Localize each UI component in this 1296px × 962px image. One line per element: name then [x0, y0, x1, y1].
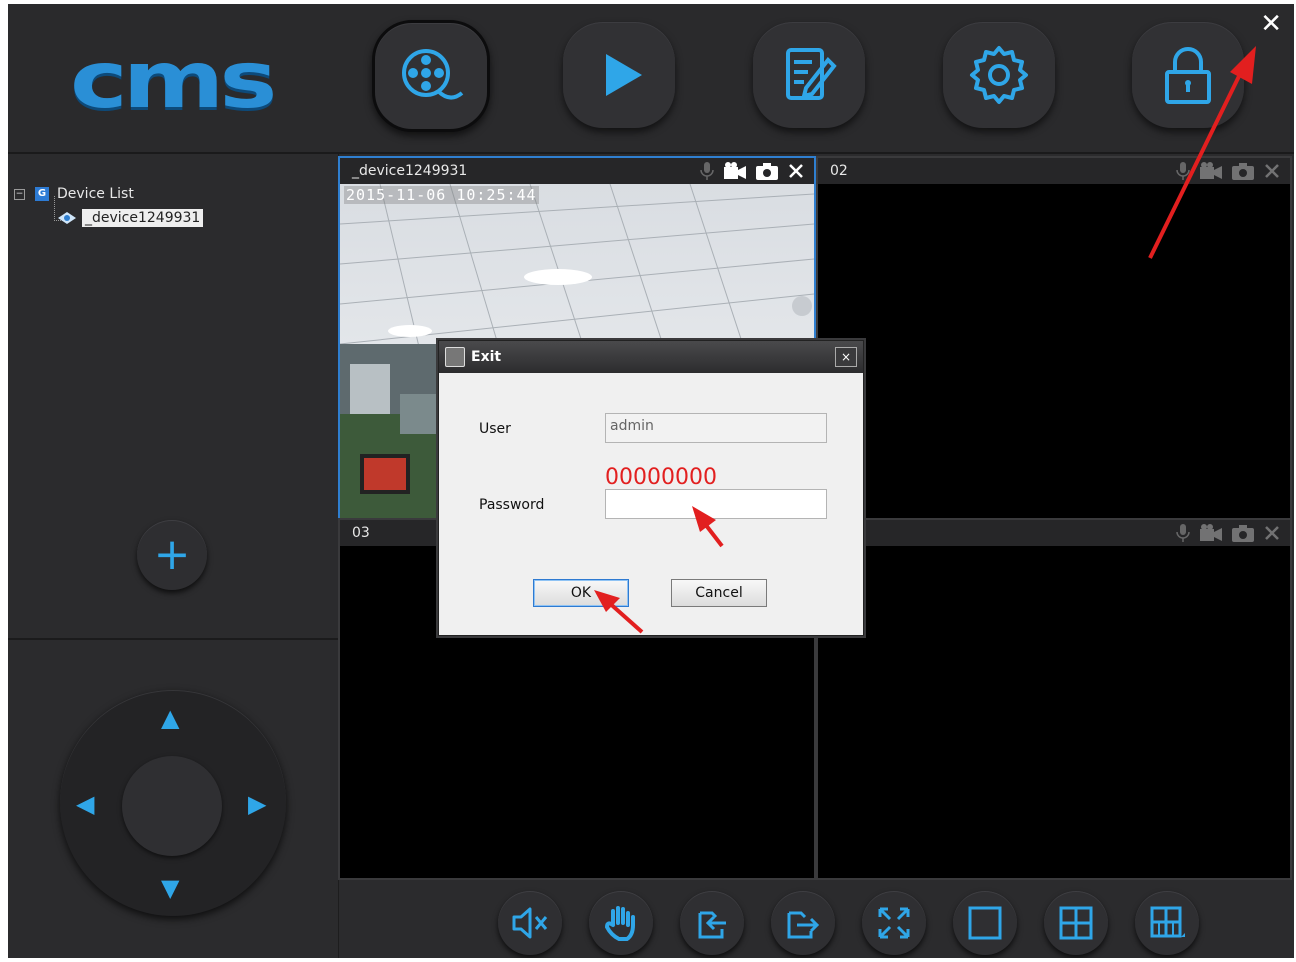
video-pane-2[interactable]: 02	[816, 156, 1292, 520]
app-icon	[445, 347, 465, 367]
four-view-icon	[1059, 906, 1093, 940]
four-view-button[interactable]	[1044, 891, 1108, 955]
pane-icons	[700, 158, 804, 184]
play-icon	[606, 54, 642, 96]
nine-view-icon	[1150, 906, 1185, 938]
add-device-button[interactable]: +	[137, 520, 207, 590]
camera-icon[interactable]	[1232, 162, 1254, 180]
cms-window: cms ✕ − G Device List _device1249931 + ▲…	[8, 4, 1294, 958]
microphone-icon[interactable]	[1176, 524, 1190, 542]
video-pane-4[interactable]	[816, 518, 1292, 880]
pane-title: _device1249931	[352, 163, 468, 179]
pane-icons	[1176, 520, 1280, 546]
user-field[interactable]: admin	[605, 413, 827, 443]
close-icon[interactable]	[1264, 163, 1280, 179]
password-annotation: 00000000	[605, 465, 717, 490]
hand-button[interactable]	[589, 891, 653, 955]
play-button[interactable]	[563, 22, 675, 128]
tree-item-device[interactable]: _device1249931	[44, 206, 204, 230]
nine-view-button[interactable]	[1135, 891, 1199, 955]
tree-root[interactable]: − G Device List	[14, 182, 203, 206]
import-icon	[698, 911, 726, 939]
dialog-body: User admin 00000000 Password OK Cancel	[439, 373, 863, 635]
ptz-left-icon[interactable]: ◀	[76, 792, 94, 816]
user-label: User	[479, 421, 511, 437]
plus-icon: +	[153, 529, 191, 580]
pane-header	[818, 520, 1290, 546]
left-panel: − G Device List _device1249931 + ▲ ▼ ◀ ▶	[8, 154, 339, 958]
group-icon: G	[35, 187, 49, 201]
collapse-icon[interactable]: −	[14, 188, 25, 200]
cancel-button[interactable]: Cancel	[671, 579, 767, 607]
settings-button[interactable]	[943, 22, 1055, 128]
exit-dialog: Exit × User admin 00000000 Password OK C…	[438, 340, 864, 636]
fullscreen-icon	[878, 907, 910, 939]
single-view-button[interactable]	[953, 891, 1017, 955]
video-camera-icon[interactable]	[1200, 162, 1222, 180]
pane-header: _device1249931	[340, 158, 814, 184]
video-camera-icon[interactable]	[724, 162, 746, 180]
pane-title: 03	[352, 525, 370, 541]
video-reel-icon	[402, 49, 464, 100]
export-button[interactable]	[771, 891, 835, 955]
pane-title: 02	[830, 163, 848, 179]
pane-icons	[1176, 158, 1280, 184]
fullscreen-button[interactable]	[862, 891, 926, 955]
video-reel-button[interactable]	[372, 20, 490, 132]
camera-icon[interactable]	[756, 162, 778, 180]
close-window-icon[interactable]: ✕	[1260, 10, 1282, 38]
mute-button[interactable]	[498, 891, 562, 955]
dialog-title: Exit	[471, 349, 502, 365]
ptz-up-icon[interactable]: ▲	[161, 706, 179, 730]
pane-header: 02	[818, 158, 1290, 184]
password-field[interactable]	[605, 489, 827, 519]
ptz-right-icon[interactable]: ▶	[248, 792, 266, 816]
lock-icon	[1165, 47, 1211, 104]
hand-icon	[604, 906, 635, 941]
mute-icon	[512, 907, 548, 939]
lock-button[interactable]	[1132, 22, 1244, 128]
ptz-down-icon[interactable]: ▼	[161, 876, 179, 900]
dialog-titlebar: Exit ×	[439, 341, 863, 373]
ok-button[interactable]: OK	[533, 579, 629, 607]
ptz-center-button[interactable]	[122, 756, 222, 856]
export-icon	[787, 911, 820, 939]
device-tree: − G Device List _device1249931	[14, 182, 204, 230]
edit-document-icon	[786, 48, 837, 100]
device-label: _device1249931	[82, 209, 204, 227]
gear-icon	[970, 46, 1028, 104]
close-icon[interactable]	[788, 163, 804, 179]
single-view-icon	[968, 906, 1002, 940]
video-camera-icon[interactable]	[1200, 524, 1222, 542]
ptz-control: ▲ ▼ ◀ ▶	[60, 690, 286, 916]
cms-logo: cms	[70, 36, 277, 126]
dialog-close-button[interactable]: ×	[835, 347, 857, 367]
device-icon	[58, 212, 76, 224]
close-icon[interactable]	[1264, 525, 1280, 541]
divider	[8, 638, 338, 640]
password-label: Password	[479, 497, 545, 513]
timestamp-overlay: 2015-11-06 10:25:44	[344, 186, 539, 204]
toolbar: cms ✕	[8, 4, 1294, 154]
microphone-icon[interactable]	[700, 162, 714, 180]
microphone-icon[interactable]	[1176, 162, 1190, 180]
import-button[interactable]	[680, 891, 744, 955]
edit-document-button[interactable]	[753, 22, 865, 128]
camera-icon[interactable]	[1232, 524, 1254, 542]
